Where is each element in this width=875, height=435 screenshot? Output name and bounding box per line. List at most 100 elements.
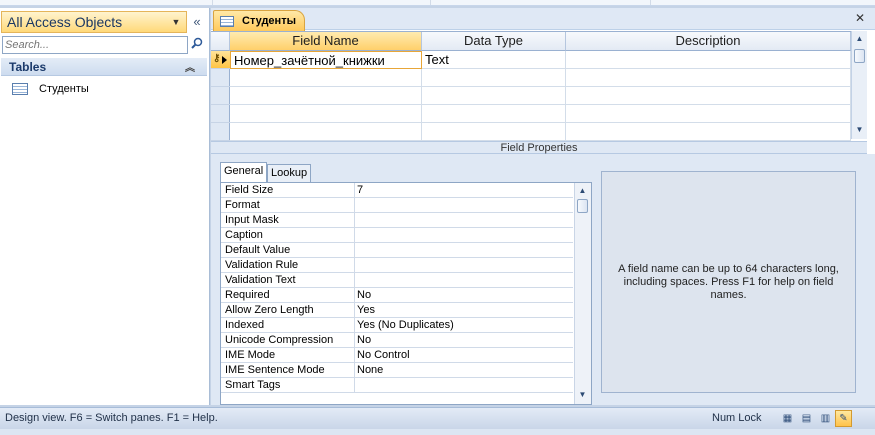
property-value[interactable]: No (355, 333, 573, 348)
property-name: IME Mode (221, 348, 355, 363)
status-text: Design view. F6 = Switch panes. F1 = Hel… (5, 412, 218, 424)
ribbon-bottom-edge (0, 0, 875, 6)
pivot-table-view-icon[interactable]: ▤ (798, 410, 815, 427)
row-selector[interactable] (211, 105, 230, 123)
document-area: Студенты ✕ Field Name Data Type Descript… (211, 8, 875, 405)
property-row[interactable]: IME Sentence Mode None (221, 363, 573, 378)
double-chevron-left-icon[interactable]: « (187, 11, 207, 33)
property-name: Caption (221, 228, 355, 243)
nav-item-table[interactable]: Студенты (12, 80, 89, 98)
column-header-field-name[interactable]: Field Name (230, 32, 422, 51)
data-type-cell[interactable] (422, 105, 566, 123)
property-row[interactable]: IME Mode No Control (221, 348, 573, 363)
property-row[interactable]: Validation Rule (221, 258, 573, 273)
nav-search-box (2, 36, 188, 54)
property-value[interactable]: Yes (No Duplicates) (355, 318, 573, 333)
scroll-down-icon[interactable]: ▼ (852, 122, 867, 138)
datasheet-view-icon[interactable]: ▦ (779, 410, 796, 427)
field-name-cell[interactable] (230, 69, 422, 87)
property-row[interactable]: Indexed Yes (No Duplicates) (221, 318, 573, 333)
description-cell[interactable] (566, 123, 851, 141)
tab-general[interactable]: General (220, 162, 268, 182)
property-row[interactable]: Smart Tags (221, 378, 573, 393)
data-type-cell[interactable] (422, 87, 566, 105)
property-value[interactable] (355, 213, 573, 228)
property-value[interactable] (355, 228, 573, 243)
property-row[interactable]: Caption (221, 228, 573, 243)
search-icon[interactable] (188, 36, 206, 54)
property-value[interactable] (355, 243, 573, 258)
property-value[interactable] (355, 198, 573, 213)
property-name: Required (221, 288, 355, 303)
data-type-cell[interactable] (422, 123, 566, 141)
divider (650, 0, 651, 5)
nav-title-dropdown[interactable]: All Access Objects ▼ (1, 11, 187, 33)
column-header-description[interactable]: Description (566, 32, 851, 51)
divider (430, 0, 431, 5)
field-name-cell[interactable]: Номер_зачётной_книжки (230, 51, 422, 69)
close-icon[interactable]: ✕ (855, 11, 865, 25)
chevron-up-icon[interactable]: ︽ (185, 59, 195, 74)
property-value[interactable]: No (355, 288, 573, 303)
field-name-cell[interactable] (230, 123, 422, 141)
nav-item-label: Студенты (39, 83, 89, 95)
scroll-thumb[interactable] (854, 49, 865, 63)
property-name: IME Sentence Mode (221, 363, 355, 378)
property-name: Unicode Compression (221, 333, 355, 348)
field-name-cell[interactable] (230, 87, 422, 105)
divider (212, 0, 213, 5)
search-input[interactable] (3, 37, 187, 53)
scroll-up-icon[interactable]: ▲ (575, 183, 590, 199)
property-name: Smart Tags (221, 378, 355, 393)
property-row[interactable]: Validation Text (221, 273, 573, 288)
property-value[interactable]: Yes (355, 303, 573, 318)
field-name-cell[interactable] (230, 105, 422, 123)
data-type-cell[interactable]: Text (422, 51, 566, 69)
property-sheet-scrollbar[interactable]: ▲ ▼ (574, 183, 591, 404)
scroll-up-icon[interactable]: ▲ (852, 31, 867, 47)
design-view-icon[interactable]: ✎ (835, 410, 852, 427)
description-cell[interactable] (566, 69, 851, 87)
window-bottom-edge (0, 429, 875, 435)
column-header-data-type[interactable]: Data Type (422, 32, 566, 51)
row-selector[interactable] (211, 69, 230, 87)
property-row[interactable]: Allow Zero Length Yes (221, 303, 573, 318)
data-type-cell[interactable] (422, 69, 566, 87)
primary-key-icon: ⚷ (213, 53, 221, 64)
pivot-chart-view-icon[interactable]: ▥ (817, 410, 834, 427)
tab-lookup[interactable]: Lookup (267, 164, 312, 182)
field-help-text: A field name can be up to 64 characters … (618, 262, 839, 301)
navigation-pane: All Access Objects ▼ « Tables ︽ Студенты (0, 8, 210, 405)
property-row[interactable]: Required No (221, 288, 573, 303)
grid-corner (211, 32, 230, 51)
property-value[interactable]: No Control (355, 348, 573, 363)
property-value[interactable]: None (355, 363, 573, 378)
description-cell[interactable] (566, 51, 851, 69)
row-selector[interactable] (211, 87, 230, 105)
table-icon (12, 83, 28, 95)
description-cell[interactable] (566, 87, 851, 105)
current-row-arrow-icon (222, 56, 227, 64)
scroll-thumb[interactable] (577, 199, 588, 213)
status-bar: Design view. F6 = Switch panes. F1 = Hel… (0, 407, 875, 429)
description-cell[interactable] (566, 105, 851, 123)
table-design-grid: Field Name Data Type Description ⚷ Номер… (211, 31, 851, 141)
property-value[interactable] (355, 258, 573, 273)
scroll-down-icon[interactable]: ▼ (575, 387, 590, 403)
property-value[interactable]: 7 (355, 183, 573, 198)
property-row[interactable]: Field Size 7 (221, 183, 573, 198)
row-selector-column: ⚷ (211, 51, 230, 141)
property-row[interactable]: Input Mask (221, 213, 573, 228)
row-selector[interactable] (211, 123, 230, 141)
property-row[interactable]: Unicode Compression No (221, 333, 573, 348)
row-selector[interactable]: ⚷ (211, 51, 230, 69)
property-row[interactable]: Format (221, 198, 573, 213)
grid-vertical-scrollbar[interactable]: ▲ ▼ (851, 31, 867, 139)
property-value[interactable] (355, 378, 573, 393)
nav-group-tables[interactable]: Tables ︽ (1, 58, 207, 76)
property-value[interactable] (355, 273, 573, 288)
table-icon (220, 15, 234, 27)
document-tab[interactable]: Студенты (213, 10, 305, 31)
property-row[interactable]: Default Value (221, 243, 573, 258)
field-properties-title: Field Properties (211, 141, 867, 154)
